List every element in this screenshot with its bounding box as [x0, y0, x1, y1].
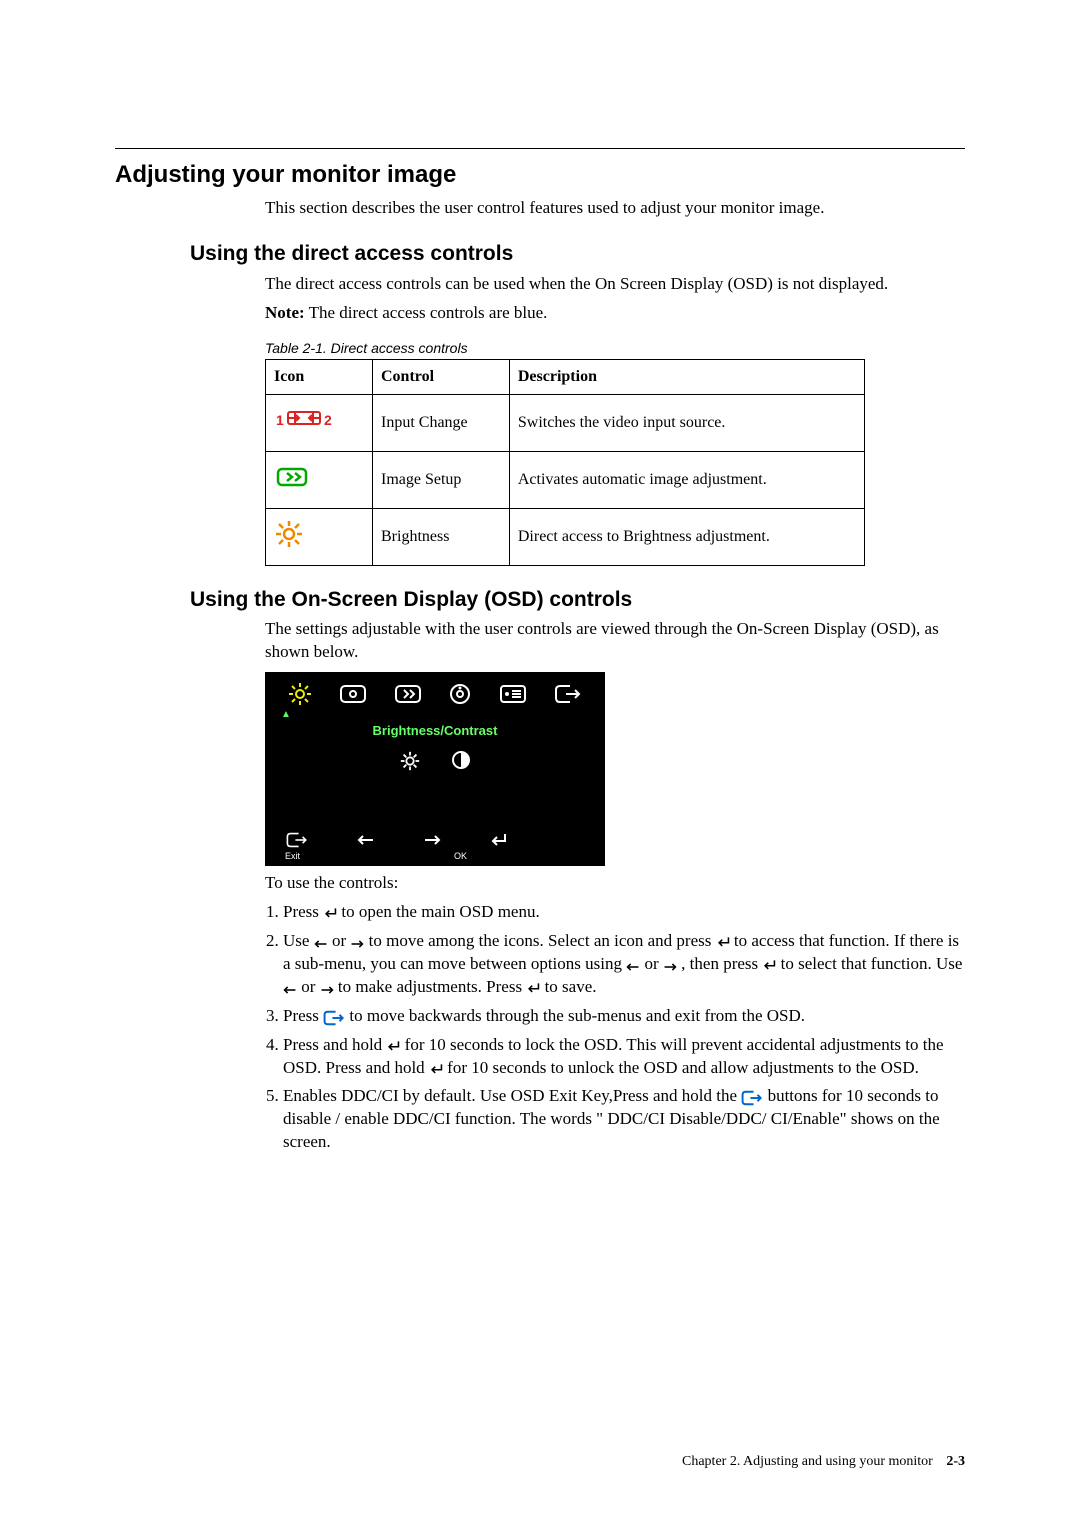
osd-title: Brightness/Contrast — [275, 722, 595, 740]
th-icon: Icon — [266, 360, 373, 395]
osd-intro: The settings adjustable with the user co… — [265, 618, 965, 664]
tab-position-icon — [339, 684, 367, 704]
tab-image-setup-icon — [394, 684, 422, 704]
exit-icon — [323, 1010, 345, 1026]
image-setup-icon — [266, 452, 373, 509]
footer-page-number: 2-3 — [946, 1454, 965, 1469]
t: to save. — [540, 977, 596, 996]
table-row: Image Setup Activates automatic image ad… — [266, 452, 865, 509]
enter-icon — [716, 935, 730, 949]
tab-color-icon — [448, 682, 472, 706]
osd-sub-row — [275, 750, 595, 772]
osd-bottom-row — [275, 832, 595, 848]
cell-control: Input Change — [373, 395, 510, 452]
t: or — [640, 954, 663, 973]
t: to open the main OSD menu. — [337, 902, 540, 921]
osd-exit-label: Exit — [285, 850, 300, 862]
t: , then press — [677, 954, 762, 973]
th-control: Control — [373, 360, 510, 395]
right-arrow-icon — [423, 834, 441, 846]
t: Press — [283, 902, 323, 921]
osd-panel: ▲ Brightness/Contrast Exit OK — [265, 672, 605, 866]
left-arrow-icon — [314, 939, 328, 949]
page: Adjusting your monitor image This sectio… — [0, 0, 1080, 1528]
enter-icon — [386, 1039, 400, 1053]
tab-exit-icon — [554, 684, 582, 704]
sub-contrast-icon — [451, 750, 471, 770]
footer-chapter: Chapter 2. Adjusting and using your moni… — [682, 1454, 933, 1469]
top-rule — [115, 148, 965, 149]
step-1: Press to open the main OSD menu. — [283, 901, 965, 924]
heading-osd: Using the On-Screen Display (OSD) contro… — [190, 586, 965, 614]
t: Press and hold — [283, 1035, 386, 1054]
direct-access-intro: The direct access controls can be used w… — [265, 273, 965, 296]
svg-text:1: 1 — [276, 412, 284, 428]
steps-list: Press to open the main OSD menu. Use or … — [265, 901, 965, 1154]
t: Use — [283, 931, 314, 950]
osd-selected-marker: ▲ — [281, 712, 595, 718]
t: to move backwards through the sub-menus … — [345, 1006, 805, 1025]
right-arrow-icon — [350, 939, 364, 949]
t: or — [297, 977, 320, 996]
enter-icon — [526, 981, 540, 995]
cell-control: Image Setup — [373, 452, 510, 509]
left-arrow-icon — [283, 985, 297, 995]
t: or — [328, 931, 351, 950]
note-label: Note: — [265, 303, 305, 322]
intro-1: This section describes the user control … — [265, 197, 965, 220]
cell-desc: Switches the video input source. — [509, 395, 864, 452]
enter-icon — [429, 1062, 443, 1076]
tab-options-icon — [499, 684, 527, 704]
enter-icon — [489, 832, 507, 848]
to-use-label: To use the controls: — [265, 872, 965, 895]
left-arrow-icon — [357, 834, 375, 846]
th-description: Description — [509, 360, 864, 395]
right-arrow-icon — [320, 985, 334, 995]
table-row: Brightness Direct access to Brightness a… — [266, 509, 865, 566]
osd-bottom-labels: Exit OK — [275, 850, 595, 862]
t: for 10 seconds to unlock the OSD and all… — [443, 1058, 919, 1077]
table-header-row: Icon Control Description — [266, 360, 865, 395]
tab-brightness-icon — [288, 682, 312, 706]
note-body: The direct access controls are blue. — [305, 303, 548, 322]
table-caption: Table 2-1. Direct access controls — [265, 339, 965, 358]
table-row: 1 2 Input Change Switches the video inpu… — [266, 395, 865, 452]
t: Enables DDC/CI by default. Use OSD Exit … — [283, 1086, 741, 1105]
enter-icon — [762, 958, 776, 972]
sub-brightness-icon — [399, 750, 421, 772]
osd-tabs — [275, 682, 595, 706]
cell-control: Brightness — [373, 509, 510, 566]
t: to make adjustments. Press — [334, 977, 527, 996]
exit-icon — [741, 1090, 763, 1106]
t: to move among the icons. Select an icon … — [364, 931, 715, 950]
table-wrap: Table 2-1. Direct access controls Icon C… — [265, 339, 965, 566]
direct-access-table: Icon Control Description 1 2 Input Chang… — [265, 359, 865, 566]
heading-direct-access: Using the direct access controls — [190, 240, 965, 268]
step-4: Press and hold for 10 seconds to lock th… — [283, 1034, 965, 1080]
heading-adjusting: Adjusting your monitor image — [115, 159, 965, 191]
step-3: Press to move backwards through the sub-… — [283, 1005, 965, 1028]
step-5: Enables DDC/CI by default. Use OSD Exit … — [283, 1085, 965, 1154]
brightness-icon — [266, 509, 373, 566]
osd-ok-label: OK — [454, 850, 467, 862]
cell-desc: Direct access to Brightness adjustment. — [509, 509, 864, 566]
right-arrow-icon — [663, 962, 677, 972]
t: Press — [283, 1006, 323, 1025]
note-line: Note: The direct access controls are blu… — [265, 302, 965, 325]
osd-screenshot: ▲ Brightness/Contrast Exit OK — [265, 672, 965, 866]
left-arrow-icon — [626, 962, 640, 972]
cell-desc: Activates automatic image adjustment. — [509, 452, 864, 509]
page-footer: Chapter 2. Adjusting and using your moni… — [682, 1453, 965, 1472]
step-2: Use or to move among the icons. Select a… — [283, 930, 965, 999]
svg-text:2: 2 — [324, 412, 332, 428]
input-change-icon: 1 2 — [266, 395, 373, 452]
enter-icon — [323, 906, 337, 920]
bottom-exit-icon — [285, 832, 309, 848]
t: to select that function. Use — [776, 954, 962, 973]
